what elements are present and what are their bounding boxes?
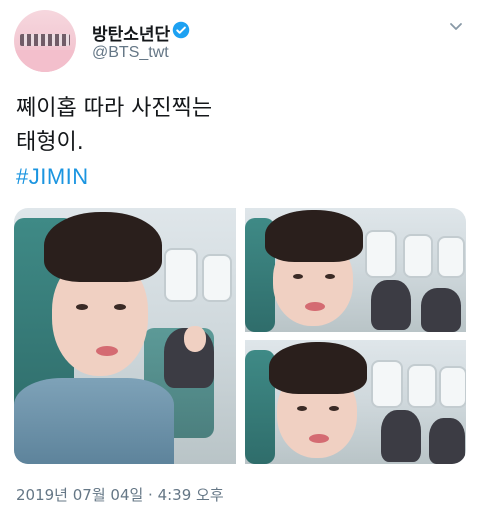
chevron-down-icon[interactable] <box>448 18 464 34</box>
eye <box>297 406 307 411</box>
airplane-window <box>164 248 198 302</box>
airplane-window <box>403 234 433 278</box>
tweet-line-2: 태형이. <box>16 130 84 155</box>
photo-3[interactable] <box>245 340 466 464</box>
eye <box>114 304 126 310</box>
eye <box>325 274 335 279</box>
passenger <box>371 280 411 330</box>
photo-2[interactable] <box>245 208 466 332</box>
photo-1[interactable] <box>14 208 236 464</box>
tweet-timestamp[interactable]: 2019년 07월 04일 · 4:39 오후 <box>16 484 224 505</box>
passenger-face <box>184 326 206 352</box>
hashtag-link[interactable]: #JIMIN <box>16 160 456 194</box>
tweet-text: 쪠이홉 따라 사진찍는 태형이. #JIMIN <box>16 92 456 194</box>
tweet-line-1: 쪠이홉 따라 사진찍는 <box>16 96 213 121</box>
passenger <box>381 410 421 462</box>
eye <box>293 274 303 279</box>
airplane-window <box>202 254 232 302</box>
eye <box>76 304 88 310</box>
verified-badge-icon <box>172 21 190 39</box>
airplane-window <box>437 236 465 278</box>
passenger <box>429 418 465 464</box>
airplane-window <box>371 360 403 408</box>
avatar-group-photo <box>20 34 70 46</box>
lips <box>309 434 329 443</box>
user-handle[interactable]: @BTS_twt <box>92 44 169 62</box>
display-name[interactable]: 방탄소년단 <box>92 20 170 45</box>
hair <box>44 212 162 282</box>
airplane-window <box>439 366 466 408</box>
hair <box>269 342 367 394</box>
denim-jacket <box>14 378 174 464</box>
lips <box>305 302 325 311</box>
airplane-window <box>365 230 397 278</box>
tweet-header: 방탄소년단 @BTS_twt <box>14 10 466 74</box>
passenger <box>421 288 461 332</box>
avatar[interactable] <box>14 10 76 72</box>
media-grid <box>14 208 466 464</box>
lips <box>96 346 118 356</box>
airplane-window <box>407 364 437 408</box>
hair <box>265 210 363 262</box>
avatar-floor <box>14 50 76 72</box>
eye <box>329 406 339 411</box>
